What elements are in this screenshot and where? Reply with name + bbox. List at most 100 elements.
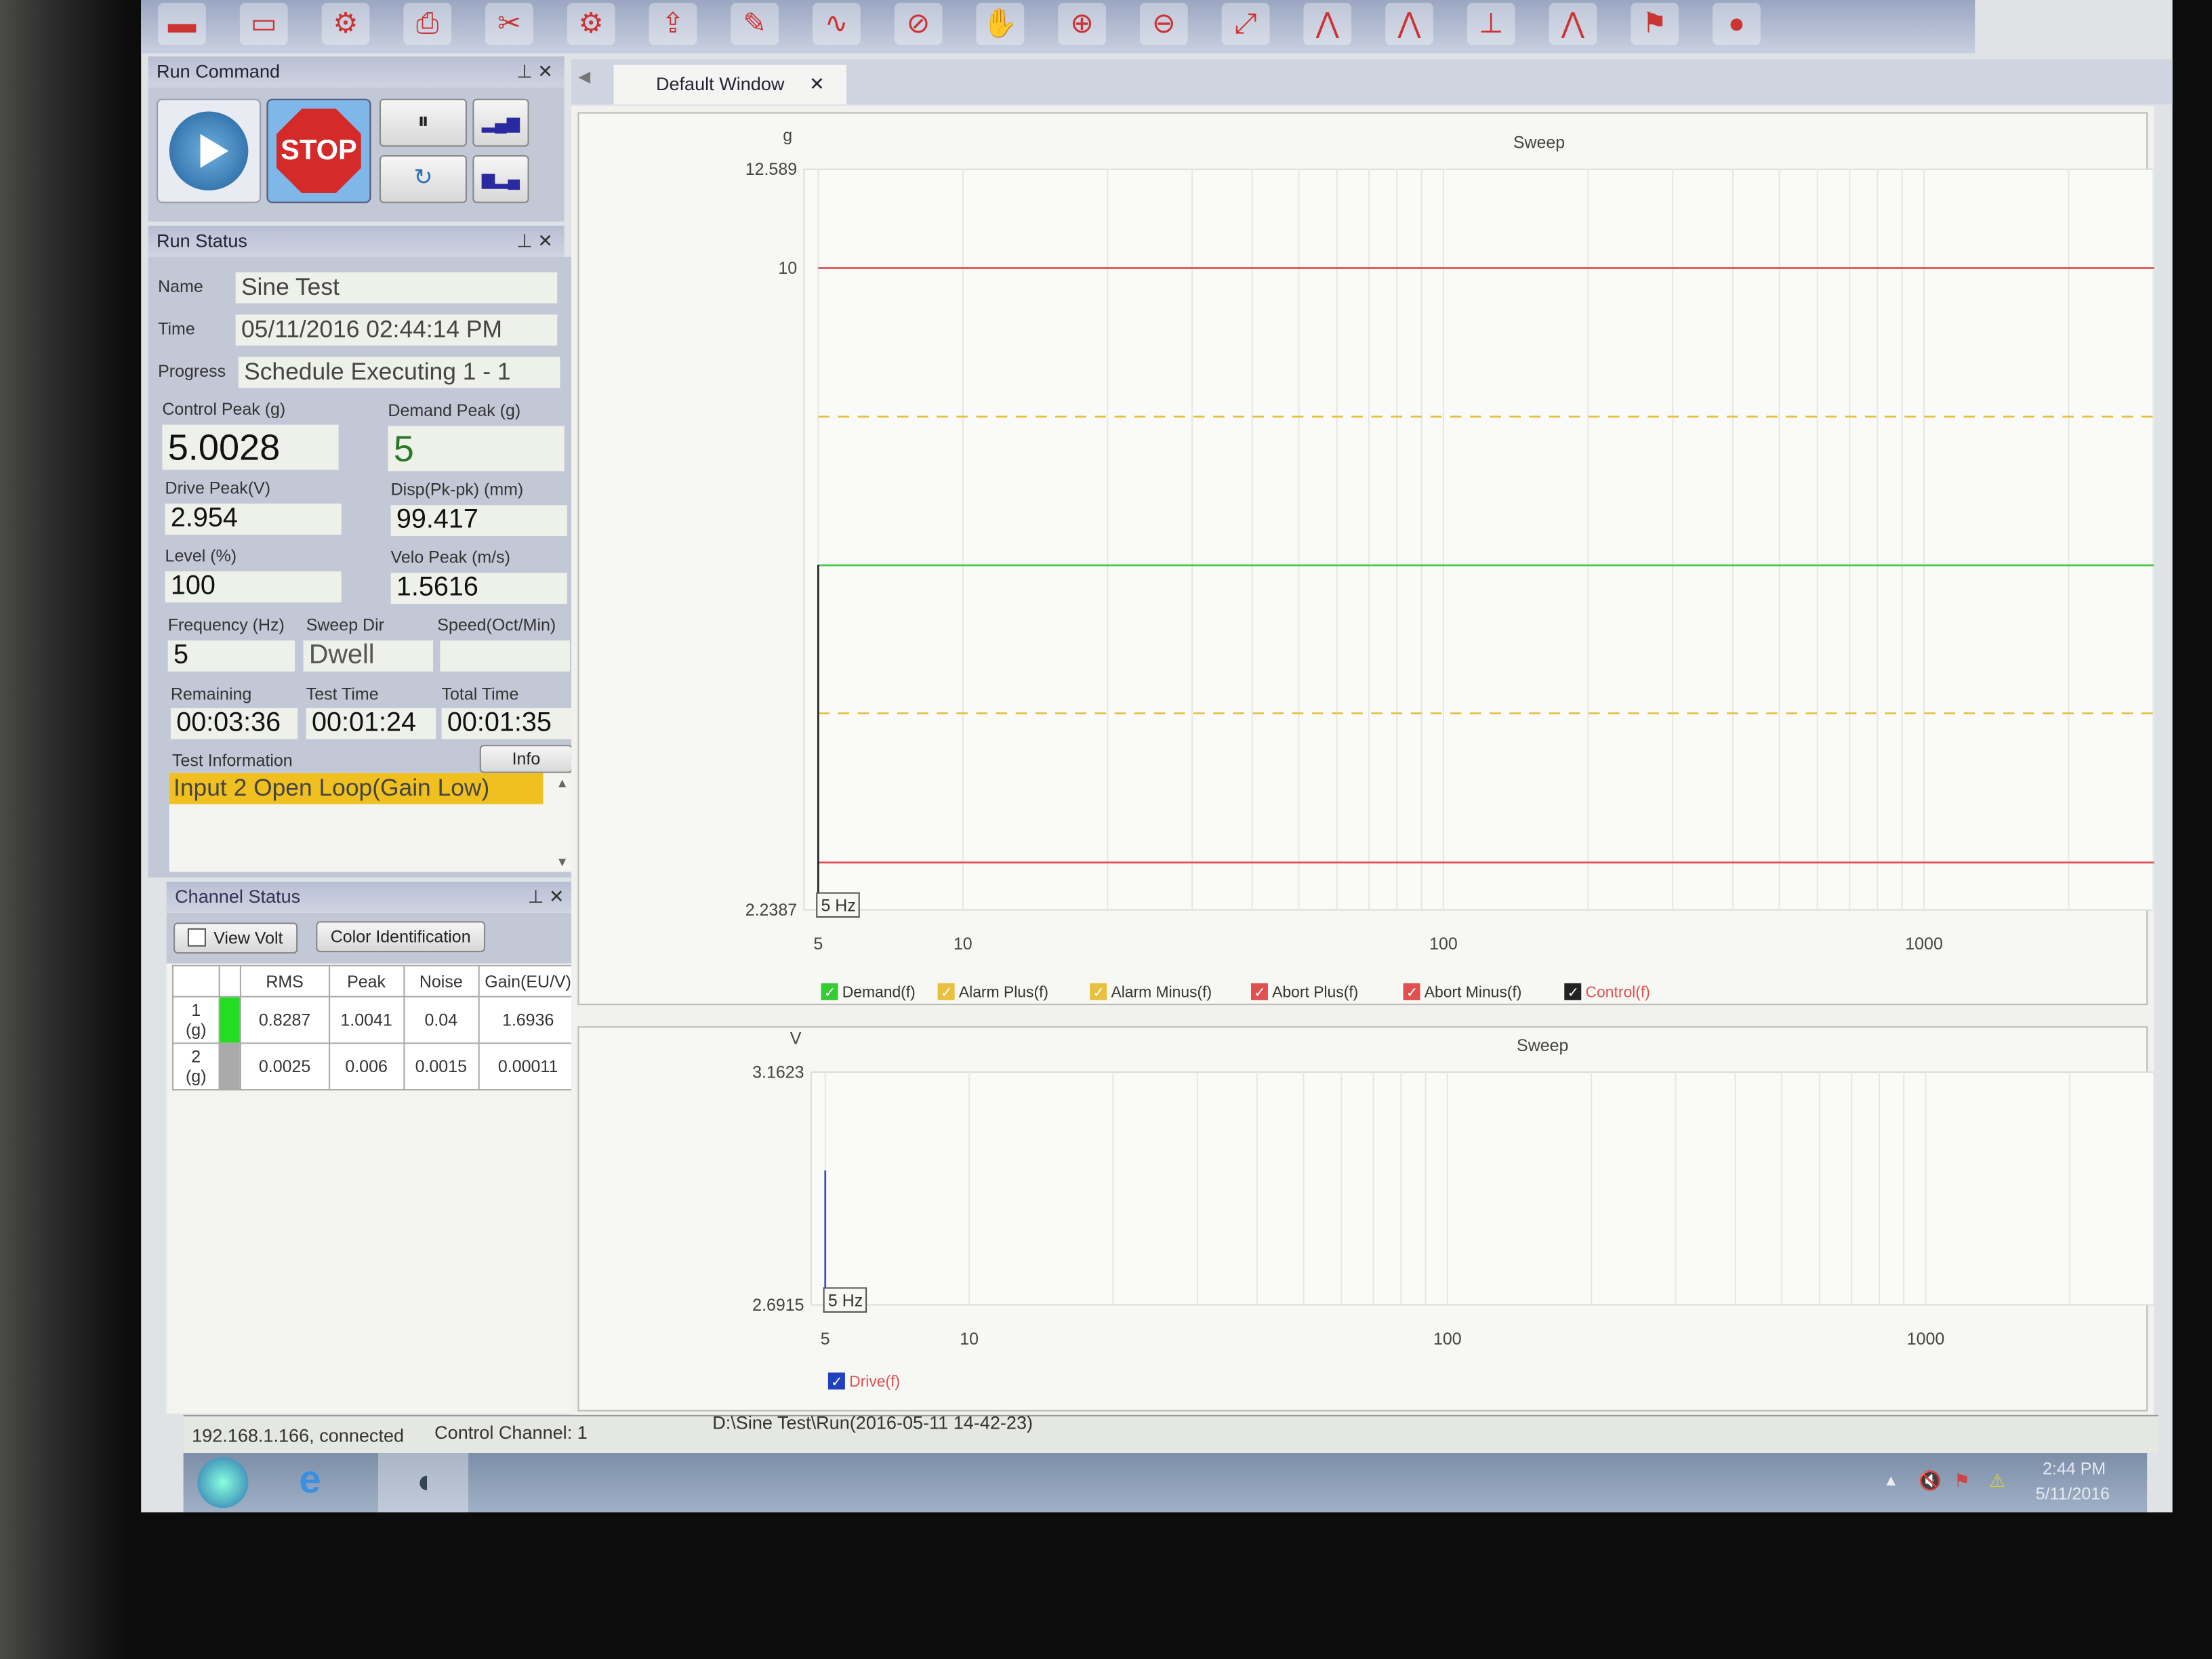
tools-icon[interactable]: ✂ — [485, 3, 533, 45]
peak-cell: 1.0041 — [328, 996, 405, 1044]
check-icon: ✓ — [1092, 985, 1104, 1001]
settings-icon[interactable]: ⚙ — [567, 3, 615, 45]
y-axis-unit: g — [783, 126, 792, 145]
folder-icon[interactable]: ▬ — [158, 3, 206, 45]
pin-close-icons[interactable]: ⊥ ✕ — [516, 226, 553, 257]
pin-close-icons[interactable]: ⊥ ✕ — [516, 56, 553, 87]
x-tick-label: 5 — [821, 1330, 830, 1349]
test-time-field: 00:01:24 — [306, 708, 436, 739]
tab-label: Default Window — [655, 73, 785, 95]
chart-title: Sweep — [1517, 1036, 1568, 1055]
stop-icon: STOP — [276, 108, 361, 194]
spectrum3-icon[interactable]: ⋀ — [1549, 3, 1597, 45]
play-button[interactable] — [157, 98, 262, 203]
y-tick-label: 2.6915 — [752, 1296, 804, 1315]
info-button[interactable]: Info — [479, 745, 573, 773]
start-button[interactable] — [197, 1457, 249, 1509]
status-bar: 192.168.1.166, connected Control Channel… — [183, 1412, 2158, 1454]
level-down-button[interactable]: ▆▂▄ — [472, 155, 529, 203]
y-tick-label: 12.589 — [745, 160, 797, 179]
x-tick-label: 1000 — [1905, 935, 1943, 954]
time-field: 05/11/2016 02:44:14 PM — [235, 314, 558, 346]
y-tick-label: 2.2387 — [745, 901, 797, 920]
legend-label: Control(f) — [1586, 983, 1650, 1001]
action-center-icon[interactable]: ⚑ — [1954, 1470, 1970, 1492]
channel-id: 2 (g) — [171, 1042, 220, 1091]
color-identification-button[interactable]: Color Identification — [316, 921, 486, 953]
panel-title: Run Status — [157, 230, 247, 251]
clock-time[interactable]: 2:44 PM — [2043, 1458, 2106, 1478]
drive-peak-label: Drive Peak(V) — [165, 478, 271, 498]
view-volt-checkbox[interactable]: View Volt — [173, 922, 298, 954]
check-icon: ✓ — [824, 985, 836, 1001]
export-icon[interactable]: ⇪ — [649, 3, 697, 45]
gain-cell: 0.00011 — [477, 1042, 579, 1091]
table-row[interactable]: 1 (g) 0.8287 1.0041 0.04 1.6936 — [171, 996, 579, 1044]
plot-area — [810, 1071, 2212, 1306]
frequency-label: Frequency (Hz) — [167, 615, 285, 635]
charts-svg: Sweepg12.589102.238751010010005000Hz5 Hz… — [577, 112, 2212, 1412]
taskbar: e ◖ ▲ 🔇 ⚑ ⚠ 2:44 PM 5/11/2016 — [183, 1453, 2148, 1513]
stop-signal-icon[interactable]: ⊘ — [894, 3, 943, 45]
progress-label: Progress — [158, 361, 226, 382]
close-icon[interactable]: ✕ — [809, 73, 825, 94]
frequency-marker-label: 5 Hz — [828, 1292, 863, 1311]
connection-status: 192.168.1.166, connected — [192, 1425, 405, 1446]
x-tick-label: 100 — [1433, 1330, 1462, 1349]
noise-cell: 0.0015 — [403, 1042, 479, 1091]
pin-close-icons[interactable]: ⊥ ✕ — [528, 882, 565, 913]
speed-field — [440, 640, 570, 672]
table-header-row: RMS Peak Noise Gain(EU/V) — [171, 964, 579, 998]
hand-icon[interactable]: ✋ — [976, 3, 1025, 45]
demand-peak-label: Demand Peak (g) — [388, 401, 521, 421]
chat-icon[interactable]: ● — [1713, 3, 1761, 45]
fit-icon[interactable]: ⤢ — [1221, 3, 1270, 45]
zoom-out-icon[interactable]: ⊖ — [1139, 3, 1188, 45]
tray-expand-icon[interactable]: ▲ — [1883, 1473, 1899, 1490]
col-peak: Peak — [328, 964, 405, 998]
scroll-up-icon[interactable]: ▲ — [556, 776, 569, 790]
signal-icon[interactable]: ∿ — [813, 3, 861, 45]
stop-button[interactable]: STOP — [266, 98, 371, 203]
channel-status-panel: View Volt Color Identification RMS Peak … — [166, 912, 579, 1414]
tab-scroll-left-icon[interactable]: ◀ — [578, 68, 590, 86]
spectrum2-icon[interactable]: ⋀ — [1385, 3, 1433, 45]
legend-label: Alarm Plus(f) — [959, 983, 1048, 1001]
gain-cell: 1.6936 — [477, 996, 579, 1044]
app-taskbar-button[interactable]: ◖ — [377, 1453, 469, 1513]
sweep-dir-field: Dwell — [303, 640, 434, 672]
tab-default-window[interactable]: Default Window ✕ — [613, 64, 846, 105]
velo-field: 1.5616 — [390, 573, 567, 604]
level-up-button[interactable]: ▂▄▆ — [472, 98, 529, 147]
run-status-header: Run Status ⊥ ✕ — [148, 226, 565, 257]
window-icon[interactable]: ▭ — [239, 3, 288, 45]
run-command-panel: STOP ⏸ ↻ ▂▄▆ ▆▂▄ — [148, 87, 565, 222]
pause-button[interactable]: ⏸ — [379, 98, 468, 147]
edit-icon[interactable]: ✎ — [731, 3, 779, 45]
peak-icon[interactable]: ⊥ — [1467, 3, 1515, 45]
table-row[interactable]: 2 (g) 0.0025 0.006 0.0015 0.00011 — [171, 1042, 579, 1091]
view-volt-label: View Volt — [213, 928, 283, 948]
toolbar: ▬ ▭ ⚙ ⎙ ✂ ⚙ ⇪ ✎ ∿ ⊘ ✋ ⊕ ⊖ ⤢ ⋀ ⋀ ⊥ ⋀ ⚑ ● — [141, 0, 1975, 54]
spectrum-icon[interactable]: ⋀ — [1303, 3, 1352, 45]
resume-button[interactable]: ↻ — [379, 155, 468, 203]
printer-icon[interactable]: ⎙ — [403, 3, 452, 45]
noise-cell: 0.04 — [403, 996, 479, 1044]
network-warning-icon[interactable]: ⚠ — [1989, 1470, 2005, 1492]
check-icon: ✓ — [1254, 985, 1265, 1001]
internet-explorer-icon[interactable]: e — [299, 1457, 321, 1502]
volume-muted-icon[interactable]: 🔇 — [1919, 1470, 1942, 1492]
disp-field: 99.417 — [390, 505, 567, 537]
gear-icon[interactable]: ⚙ — [321, 3, 370, 45]
check-icon: ✓ — [831, 1374, 842, 1390]
demand-peak-field: 5 — [388, 426, 565, 472]
control-peak-field: 5.0028 — [162, 424, 339, 470]
test-time-label: Test Time — [306, 684, 379, 704]
run-command-header: Run Command ⊥ ✕ — [148, 56, 565, 88]
total-time-label: Total Time — [441, 684, 519, 704]
legend-label: Abort Plus(f) — [1272, 983, 1358, 1001]
scroll-down-icon[interactable]: ▼ — [556, 855, 569, 869]
clock-date[interactable]: 5/11/2016 — [2036, 1484, 2110, 1504]
flag-icon[interactable]: ⚑ — [1631, 3, 1679, 45]
zoom-in-icon[interactable]: ⊕ — [1058, 3, 1106, 45]
